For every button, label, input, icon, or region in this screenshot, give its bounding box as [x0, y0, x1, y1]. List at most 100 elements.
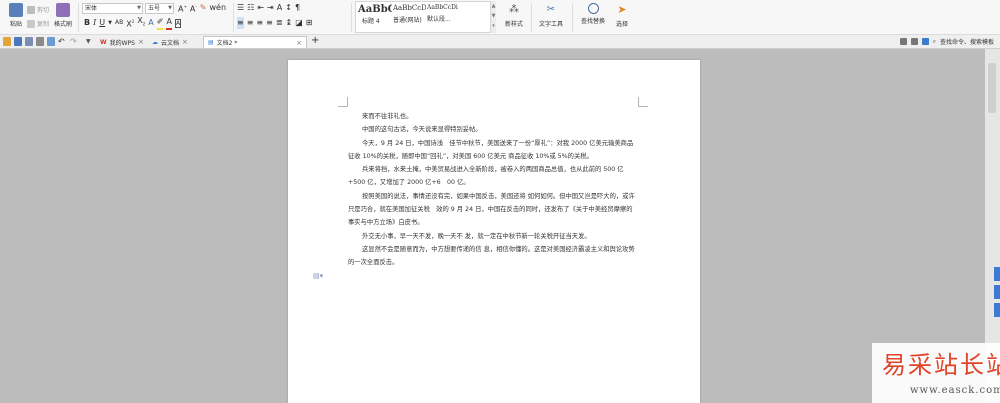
pinyin-icon[interactable]: wén [209, 2, 226, 14]
scrollbar-thumb[interactable] [988, 63, 996, 113]
doc-paragraph: 今天，9 月 24 日，中国诗浅 佳节中秋节，美国送来了一份“厚礼”：对我 20… [348, 139, 634, 160]
format-painter-button[interactable]: 格式刷 [51, 2, 75, 32]
close-icon[interactable]: × [138, 38, 144, 46]
highlight-icon[interactable]: ✐ [156, 16, 164, 30]
cursor-icon: ➤ [617, 3, 627, 16]
char-border-icon[interactable]: A [174, 18, 182, 28]
tab-document-2[interactable]: ▤ 文档2 * × [203, 36, 307, 48]
document-body[interactable]: 来而不往非礼也。 中国的这句古话，今天说来显得特别妥帖。 今天，9 月 24 日… [348, 110, 638, 270]
doc-paragraph: 中国的这句古话，今天说来显得特别妥帖。 [362, 126, 482, 134]
doc-paragraph: 按照美国的说法，事情还没有完，如果中国反击，美国还将 如何如何。但中国又岂是吓大… [348, 192, 635, 227]
text-effect-icon[interactable]: A [148, 17, 153, 29]
print-icon[interactable] [36, 37, 44, 46]
divider [531, 3, 532, 32]
italic-icon[interactable]: I [93, 17, 96, 29]
document-tab-bar: ↶ ↷ ▼ W 我的WPS × ☁ 云文档 × ▤ 文档2 * × + ⌕ 查找… [0, 35, 1000, 49]
grow-font-icon[interactable]: A+ [178, 1, 187, 16]
document-icon: ▤ [208, 39, 214, 46]
brush-icon [56, 3, 70, 17]
watermark-url: www.easck.com [910, 385, 1000, 396]
divider [78, 3, 79, 32]
copy-button[interactable]: 复制 [27, 18, 49, 29]
strikethrough-icon[interactable]: AB [115, 17, 123, 29]
clear-format-icon[interactable]: ✎ [200, 2, 207, 14]
side-panel-tab[interactable] [994, 267, 1000, 281]
preview-icon[interactable] [47, 37, 55, 46]
export-icon[interactable] [25, 37, 33, 46]
align-right-icon[interactable]: ≡ [256, 17, 263, 29]
search-command-input[interactable]: 查找命令、搜索模板 [940, 37, 994, 46]
side-panel-tab[interactable] [994, 285, 1000, 299]
font-size-select[interactable]: 五号 ▼ [145, 3, 174, 14]
ribbon-toolbar: 粘贴 剪切 复制 格式刷 宋体 ▼ 五号 ▼ A+ A- ✎ wén B I U ▼… [0, 0, 1000, 35]
paste-button[interactable]: 粘贴 [2, 2, 30, 32]
decrease-indent-icon[interactable]: ⇤ [257, 2, 264, 14]
new-style-icon: ⁂ [509, 4, 519, 15]
find-replace-button[interactable]: 查找替换 [577, 2, 609, 32]
increase-indent-icon[interactable]: ⇥ [267, 2, 274, 14]
style-normal-web[interactable]: AaBbCcD 普通(网站) [393, 4, 426, 32]
chevron-down-icon[interactable]: ▼ [86, 37, 94, 46]
border-icon[interactable]: ⊞ [306, 17, 313, 29]
justify-icon[interactable]: ≡ [266, 17, 273, 29]
align-left-icon[interactable]: ≡ [237, 17, 244, 29]
divider [572, 3, 573, 32]
superscript-icon[interactable]: X2 [126, 16, 134, 31]
underline-icon[interactable]: U [99, 17, 105, 29]
doc-paragraph: 外交无小事，早一天不发，晚一天不 发，就一定在中秋节新一轮关税开征当天发。 [362, 232, 591, 240]
style-default-paragraph[interactable]: AaBbCcDi 默认段... [427, 4, 489, 32]
chevron-down-icon[interactable]: ▼ [108, 17, 112, 29]
styles-scroll[interactable]: ▲ ▼ ▾ [490, 1, 496, 33]
sort-icon[interactable]: ↕ [285, 2, 292, 14]
folder-icon[interactable] [3, 37, 11, 46]
wps-logo-icon: W [100, 38, 107, 46]
show-marks-icon[interactable]: ¶ [295, 2, 300, 14]
doc-paragraph: 兵来将挡，水来土掩，中美贸易战进入全新阶段，被卷入的两国商品总值，也从此前的 5… [348, 166, 624, 187]
paste-icon [9, 3, 23, 17]
shading-icon[interactable]: ◪ [295, 17, 303, 29]
copy-icon [27, 19, 35, 28]
share-icon[interactable] [910, 38, 918, 45]
save-icon[interactable] [14, 37, 22, 46]
cloud-icon: ☁ [152, 38, 158, 46]
font-color-icon[interactable]: A [166, 16, 172, 30]
undo-icon[interactable]: ↶ [58, 37, 66, 46]
tab-cloud-docs[interactable]: ☁ 云文档 × [148, 36, 192, 48]
align-center-icon[interactable]: ≡ [247, 17, 254, 29]
watermark-title: 易采站长站 [882, 351, 1000, 379]
chinese-layout-icon[interactable]: A [277, 2, 282, 14]
paragraph-layout-icon[interactable]: ▤▾ [313, 272, 323, 280]
chevron-up-icon[interactable] [921, 38, 929, 45]
site-watermark: 易采站长站 www.easck.com [872, 343, 1000, 403]
new-style-button[interactable]: ⁂ 新样式 [500, 2, 528, 32]
new-tab-icon[interactable]: + [311, 35, 319, 46]
scissors-icon [27, 5, 35, 14]
style-heading-4[interactable]: AaBbC 标题 4 [358, 4, 392, 32]
bold-icon[interactable]: B [84, 17, 90, 29]
shrink-font-icon[interactable]: A- [190, 1, 197, 16]
distributed-icon[interactable]: ≣ [276, 17, 283, 29]
close-icon[interactable]: × [182, 38, 188, 46]
divider [233, 3, 234, 32]
doc-paragraph: 这显然不会是随意而为，中方想要传递的信 息，相信你懂的。这是对美国经济霸凌主义和… [348, 245, 635, 267]
side-panel-tab[interactable] [994, 303, 1000, 317]
select-button[interactable]: ➤ 选择 [611, 2, 633, 32]
redo-icon[interactable]: ↷ [70, 37, 78, 46]
numbered-list-icon[interactable]: ☷ [247, 2, 254, 14]
margin-corner-marker [338, 97, 348, 107]
chevron-down-icon: ▼ [168, 5, 172, 11]
font-family-select[interactable]: 宋体 ▼ [82, 3, 143, 14]
bullet-list-icon[interactable]: ☰ [237, 2, 244, 14]
doc-paragraph: 来而不往非礼也。 [362, 113, 413, 120]
comment-icon[interactable] [899, 38, 907, 45]
line-spacing-icon[interactable]: ↨ [286, 17, 293, 29]
subscript-icon[interactable]: X2 [137, 15, 145, 31]
tab-my-wps[interactable]: W 我的WPS × [96, 36, 148, 48]
text-tools-button[interactable]: ✂ 文字工具 [535, 2, 567, 32]
margin-corner-marker [638, 97, 648, 107]
close-icon[interactable]: × [296, 39, 302, 47]
divider [351, 3, 352, 32]
chevron-down-icon: ▼ [137, 5, 141, 11]
cut-button[interactable]: 剪切 [27, 4, 49, 15]
search-icon[interactable]: ⌕ [933, 38, 936, 46]
